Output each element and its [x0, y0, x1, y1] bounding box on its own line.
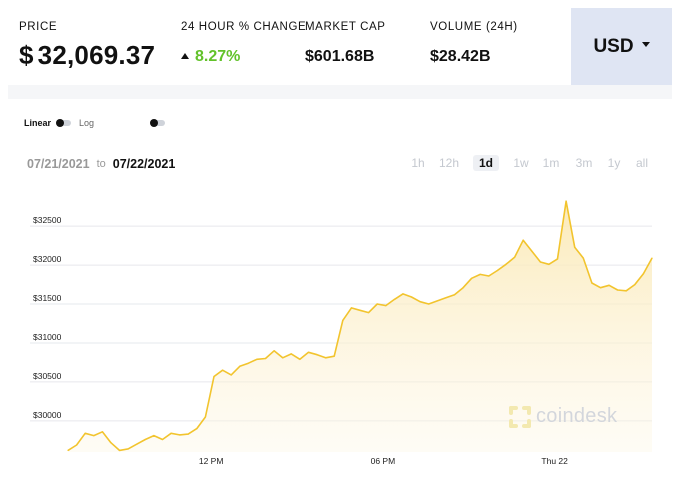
price-point: [359, 309, 361, 311]
price-point: [136, 443, 138, 445]
price-point: [239, 365, 241, 367]
price-point: [213, 375, 215, 378]
price-point: [496, 269, 498, 272]
price-point: [471, 277, 473, 279]
coindesk-logo-icon: [509, 405, 531, 428]
price-point: [479, 273, 481, 275]
price-point: [273, 350, 275, 352]
price-point: [522, 239, 524, 241]
price-point: [290, 353, 292, 355]
x-tick-label: Thu 22: [541, 456, 568, 466]
price-point: [76, 444, 78, 446]
price-point: [350, 307, 352, 309]
price-point: [651, 257, 653, 259]
price-point: [325, 357, 327, 359]
price-point: [368, 312, 370, 314]
price-point: [127, 448, 129, 450]
price-point: [342, 319, 344, 321]
price-point: [453, 294, 456, 296]
price-point: [582, 257, 584, 259]
x-axis: 12 PM 06 PM Thu 22: [199, 456, 568, 466]
y-tick-label: $32500: [33, 215, 62, 225]
price-point: [548, 263, 550, 265]
y-tick-label: $31500: [33, 293, 62, 303]
price-point: [574, 246, 576, 248]
price-point: [333, 355, 335, 357]
price-point: [608, 284, 610, 286]
price-point: [393, 298, 395, 300]
price-point: [445, 297, 447, 299]
price-point: [531, 250, 533, 252]
price-point: [376, 303, 378, 305]
price-point: [196, 428, 198, 430]
price-point: [93, 435, 95, 437]
price-point: [67, 449, 69, 451]
price-point: [299, 358, 301, 360]
price-point: [599, 287, 602, 289]
price-point: [462, 287, 464, 289]
price-point: [110, 442, 112, 444]
price-point: [307, 351, 310, 353]
price-point: [634, 284, 636, 286]
price-point: [565, 200, 567, 202]
price-point: [282, 357, 284, 359]
watermark-text: coindesk: [536, 405, 618, 427]
price-point: [539, 261, 542, 263]
price-point: [187, 433, 189, 435]
price-point: [402, 293, 404, 295]
price-point: [222, 369, 224, 371]
price-point: [161, 438, 164, 441]
price-point: [204, 416, 206, 418]
price-point: [505, 263, 507, 265]
price-point: [144, 438, 146, 441]
coindesk-watermark: coindesk: [509, 405, 617, 428]
price-point: [230, 374, 232, 376]
price-point: [591, 282, 593, 284]
price-point: [617, 289, 619, 291]
x-tick-label: 12 PM: [199, 456, 224, 466]
price-point: [556, 258, 559, 260]
price-point: [385, 305, 387, 307]
price-point: [170, 432, 172, 434]
price-point: [153, 435, 155, 437]
price-point: [179, 434, 181, 436]
price-point: [419, 301, 421, 303]
price-point: [428, 303, 430, 305]
price-point: [264, 357, 267, 360]
y-tick-label: $31000: [33, 332, 62, 342]
price-point: [247, 362, 249, 364]
y-axis: $30000 $30500 $31000 $31500 $32000 $32500: [33, 215, 62, 420]
price-point: [118, 449, 121, 451]
price-point: [84, 432, 86, 434]
price-point: [625, 290, 627, 292]
price-point: [488, 275, 490, 277]
price-point: [316, 354, 318, 356]
price-point: [436, 300, 438, 302]
y-tick-label: $32000: [33, 254, 62, 264]
price-point: [256, 358, 258, 360]
y-tick-label: $30000: [33, 410, 62, 420]
price-point: [410, 296, 413, 298]
x-tick-label: 06 PM: [371, 456, 396, 466]
price-point: [514, 256, 516, 258]
y-tick-label: $30500: [33, 371, 62, 381]
price-point: [642, 273, 645, 275]
price-point: [101, 431, 103, 433]
